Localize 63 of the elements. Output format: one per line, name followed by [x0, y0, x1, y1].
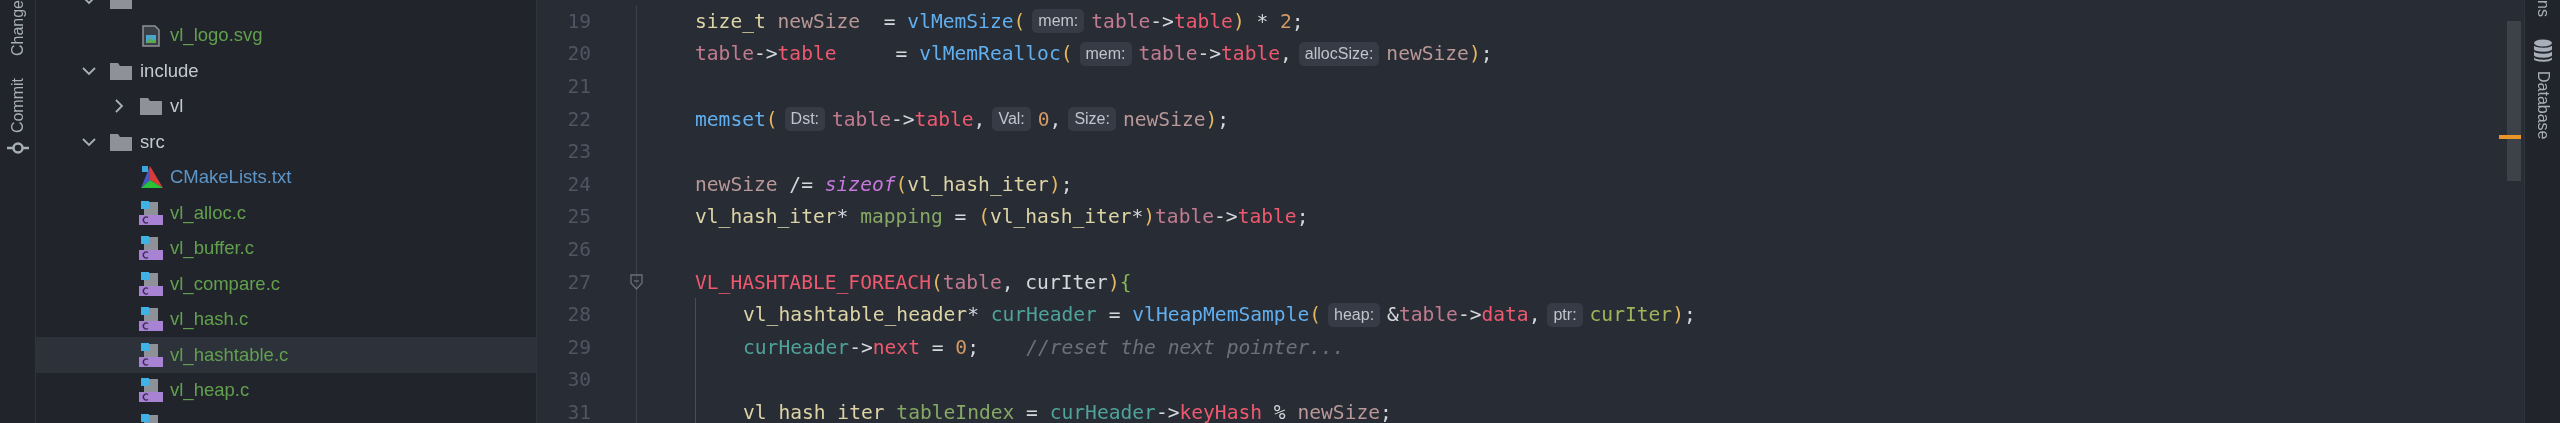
tree-item[interactable]: include — [36, 53, 536, 89]
code-text: curIter); — [1589, 303, 1696, 327]
file-name: vl_logo.svg — [170, 24, 263, 47]
fold-icon[interactable] — [630, 273, 643, 290]
code-text: table->table, — [1138, 42, 1292, 66]
tree-item[interactable]: vl_hashtable.c — [36, 337, 536, 373]
file-name: vl_heap.c — [170, 379, 250, 402]
tool-window-button[interactable]: Commit — [6, 78, 29, 156]
tool-window-button[interactable]: Change — [8, 0, 27, 57]
parameter-hint: mem: — [1032, 9, 1085, 34]
file-name: vl_hash.c — [170, 308, 249, 331]
file-name: vl — [170, 95, 184, 118]
code-text: table->table) * 2; — [1091, 9, 1304, 33]
code-text: size_t newSize = vlMemSize( — [695, 9, 1026, 33]
tree-item[interactable]: vl_hash.c — [36, 301, 536, 337]
code-text: newSize /= sizeof(vl_hash_iter); — [695, 172, 1073, 196]
file-name: src — [140, 130, 165, 153]
c-file-icon — [138, 270, 164, 297]
code-text: memset( — [695, 107, 778, 131]
file-name: include — [140, 59, 199, 82]
file-name: vl_alloc.c — [170, 201, 247, 224]
code-text: newSize); — [1386, 42, 1493, 66]
tool-window-button[interactable]: ns — [2533, 0, 2552, 17]
c-file-icon — [138, 235, 164, 262]
scrollbar[interactable] — [2507, 21, 2521, 181]
tree-item[interactable]: vl_heap.c — [36, 372, 536, 408]
code-text: curHeader->next = 0; //reset the next pointer... — [743, 335, 1345, 359]
parameter-hint: mem: — [1079, 41, 1132, 66]
parameter-hint: heap: — [1328, 302, 1381, 327]
tool-window-button[interactable]: Database — [2532, 38, 2553, 140]
tree-item[interactable]: src — [36, 124, 536, 160]
c-file-icon — [138, 341, 164, 368]
tree-item[interactable]: CMakeLists.txt — [36, 159, 536, 195]
code-text: newSize); — [1122, 107, 1230, 131]
code-text: vl_hashtable_header* curHeader = vlHeapMemSample( — [743, 303, 1322, 327]
code-text: table->table, — [832, 107, 986, 131]
c-file-icon — [138, 306, 164, 333]
tree-item[interactable]: vl — [36, 88, 536, 124]
code-text: vl_hash_iter* mapping = (vl_hash_iter*)table->table; — [695, 205, 1309, 229]
parameter-hint: Size: — [1068, 107, 1116, 132]
code-text: VL_HASHTABLE_FOREACH(table, curIter){ — [695, 270, 1132, 294]
code-text: &table->data, — [1387, 303, 1541, 327]
code-text: table->table = vlMemRealloc( — [695, 42, 1073, 66]
file-name: vl_hashtable.c — [170, 343, 289, 366]
commit-icon — [6, 141, 29, 156]
triangle-file-icon — [138, 164, 164, 191]
file-name: vl_buffer.c — [170, 237, 254, 260]
warning-marker — [2499, 135, 2521, 139]
tree-item[interactable]: vl_alloc.c — [36, 195, 536, 231]
c-file-icon — [138, 199, 164, 226]
tree-item[interactable]: vl_logo.svg — [36, 17, 536, 53]
parameter-hint: ptr: — [1547, 302, 1583, 327]
c-file-icon — [138, 377, 164, 404]
file-name: CMakeLists.txt — [170, 166, 292, 189]
database-icon — [2532, 38, 2553, 63]
parameter-hint: allocSize: — [1298, 41, 1380, 66]
parameter-hint: Dst: — [784, 107, 826, 132]
tree-item[interactable]: vl_compare.c — [36, 266, 536, 302]
parameter-hint: Val: — [992, 107, 1031, 132]
file-name: vl_compare.c — [170, 272, 280, 295]
code-text: vl_hash_iter tableIndex = curHeader->keyHash % newSize; — [743, 400, 1392, 423]
code-text: 0, — [1037, 107, 1062, 131]
tree-item[interactable]: vl_buffer.c — [36, 230, 536, 266]
